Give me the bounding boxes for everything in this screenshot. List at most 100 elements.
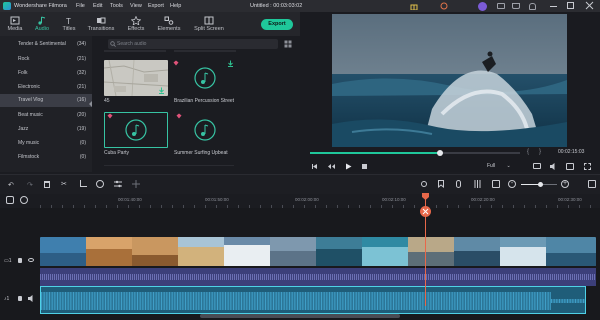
menu-help[interactable]: Help — [170, 3, 181, 9]
download-icon[interactable] — [227, 60, 234, 67]
maximize-icon[interactable] — [567, 2, 574, 9]
audio-mixer-icon[interactable] — [474, 180, 481, 188]
search-icon — [110, 41, 116, 47]
render-icon[interactable] — [421, 181, 427, 187]
tab-split-screen[interactable]: Split Screen — [192, 12, 226, 36]
elements-icon — [164, 16, 174, 25]
undo-icon[interactable]: ↶ — [8, 181, 14, 189]
ruler-label: 00:02:30:00 — [558, 197, 582, 202]
category-filmstock[interactable]: Filmstock (0) — [0, 151, 92, 164]
lock-icon[interactable] — [18, 258, 22, 263]
bracket-out-icon[interactable]: } — [539, 149, 541, 155]
volume-icon[interactable] — [550, 163, 558, 170]
prev-frame-icon[interactable] — [311, 163, 318, 170]
zoom-out-icon[interactable]: - — [508, 180, 516, 188]
category-panel: Tender & Sentimental (34) Rock (21) Folk (3… — [0, 36, 92, 172]
fullscreen-icon[interactable] — [584, 163, 591, 170]
timeline-toolbar: ↶ ↷ ✂ - + — [0, 174, 600, 194]
ruler-label: 00:01:50:00 — [205, 197, 229, 202]
split-screen-icon — [204, 16, 214, 25]
zoom-in-icon[interactable]: + — [561, 180, 569, 188]
text-icon: T — [64, 16, 74, 25]
category-rock[interactable]: Rock (21) — [0, 53, 92, 66]
tab-audio[interactable]: Audio — [30, 12, 54, 36]
microphone-icon[interactable] — [456, 180, 461, 188]
sync-icon[interactable] — [440, 2, 448, 10]
category-my-music[interactable]: My music (0) — [0, 137, 92, 150]
effects-icon — [131, 16, 141, 25]
marker-icon[interactable] — [438, 180, 444, 188]
category-travel-vlog[interactable]: Travel Vlog (16) — [0, 94, 92, 107]
ruler-label: 00:02:10:00 — [382, 197, 406, 202]
tab-media[interactable]: Media — [4, 12, 26, 36]
display-icon[interactable] — [533, 163, 541, 169]
quality-select[interactable]: Full ⌄ — [487, 163, 511, 169]
category-folk[interactable]: Folk (32) — [0, 67, 92, 80]
eye-icon[interactable] — [28, 258, 34, 262]
split-marker-icon[interactable] — [420, 206, 431, 217]
more-tools-icon[interactable] — [132, 180, 140, 188]
link-icon[interactable] — [6, 196, 14, 204]
project-title: Untitled : 00:03:03:02 — [250, 2, 303, 9]
export-button[interactable]: Export — [261, 19, 293, 30]
menu-view[interactable]: View — [130, 3, 142, 9]
notification-icon[interactable] — [529, 2, 536, 10]
audio-track-icon: ♪1 — [4, 296, 10, 302]
category-tender-sentimental[interactable]: Tender & Sentimental (34) — [0, 38, 92, 51]
audio-tile-summer-surfing[interactable] — [173, 112, 237, 148]
speed-icon[interactable] — [96, 180, 104, 188]
menu-file[interactable]: File — [76, 3, 85, 9]
download-icon[interactable] — [158, 87, 165, 94]
minimize-icon[interactable] — [550, 6, 557, 7]
step-back-icon[interactable] — [328, 163, 335, 170]
scissors-icon[interactable]: ✂ — [61, 180, 67, 188]
audio-tile-label: Cuba Party — [104, 150, 130, 156]
speaker-icon[interactable] — [28, 295, 35, 302]
cart-icon[interactable] — [512, 3, 520, 9]
menu-edit[interactable]: Edit — [93, 3, 102, 9]
voiceover-icon[interactable] — [492, 180, 500, 188]
menu-tools[interactable]: Tools — [110, 3, 123, 9]
lock-icon[interactable] — [18, 296, 22, 301]
delete-icon[interactable] — [44, 181, 50, 188]
preview-timecode: 00:02:15:03 — [558, 149, 585, 155]
category-jazz[interactable]: Jazz (19) — [0, 123, 92, 136]
tab-elements[interactable]: Elements — [155, 12, 183, 36]
folder-icon[interactable] — [497, 3, 505, 9]
zoom-slider-handle[interactable] — [538, 182, 543, 187]
preview-video — [332, 14, 567, 147]
audio-tile-45[interactable] — [104, 60, 168, 96]
audio-clip[interactable] — [40, 286, 586, 314]
category-beat-music[interactable]: Beat music (20) — [0, 109, 92, 122]
audio-tile-cuba-party[interactable] — [104, 112, 168, 148]
tab-titles[interactable]: T Titles — [58, 12, 80, 36]
timeline-scrollbar[interactable] — [200, 314, 400, 318]
gift-icon[interactable] — [410, 2, 418, 10]
bracket-in-icon[interactable]: { — [527, 149, 529, 155]
svg-text:T: T — [66, 17, 71, 25]
timeline-ruler[interactable]: 00:01:40:00 00:01:50:00 00:02:00:00 00:0… — [0, 194, 600, 208]
ruler-label: 00:02:20:00 — [471, 197, 495, 202]
grid-view-icon[interactable] — [284, 40, 292, 48]
preview-progress-track[interactable] — [310, 152, 520, 154]
audio-tile-brazilian-percussion[interactable] — [173, 60, 237, 96]
search-input[interactable]: Search audio — [108, 39, 278, 49]
snapshot-icon[interactable] — [566, 163, 574, 170]
add-track-icon[interactable] — [588, 180, 596, 188]
ruler-label: 00:02:00:00 — [295, 197, 319, 202]
category-electronic[interactable]: Electronic (21) — [0, 81, 92, 94]
play-icon[interactable] — [345, 163, 352, 170]
video-clip[interactable] — [40, 237, 596, 266]
account-icon[interactable] — [478, 1, 487, 11]
adjust-icon[interactable] — [114, 180, 122, 188]
close-icon[interactable] — [585, 1, 594, 10]
menu-export[interactable]: Export — [148, 3, 164, 9]
playhead-handle[interactable] — [422, 193, 429, 200]
crop-icon[interactable] — [80, 180, 87, 187]
stop-icon[interactable] — [362, 164, 367, 169]
tab-transitions[interactable]: Transitions — [86, 12, 116, 36]
tab-effects[interactable]: Effects — [123, 12, 149, 36]
snap-icon[interactable] — [20, 196, 28, 204]
redo-icon[interactable]: ↷ — [27, 181, 33, 189]
preview-progress-fill — [310, 152, 441, 154]
